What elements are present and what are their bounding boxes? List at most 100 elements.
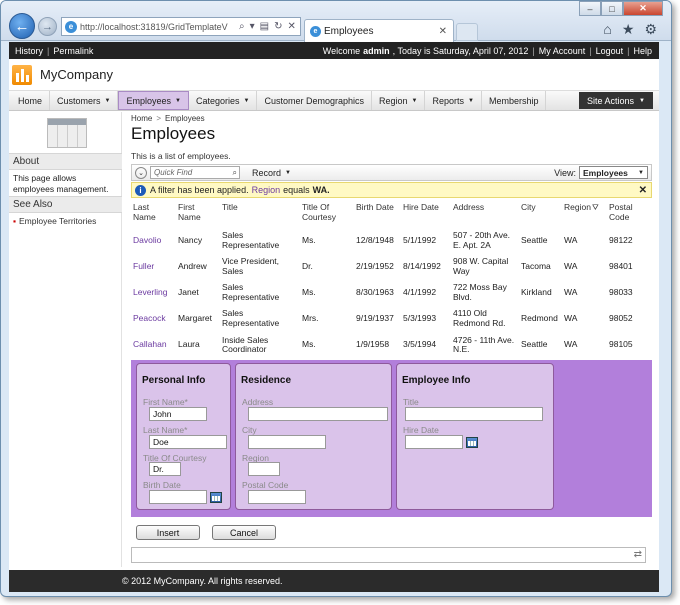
cancel-button[interactable]: Cancel xyxy=(212,525,276,540)
help-link[interactable]: Help xyxy=(633,46,652,56)
chevron-down-icon: ▼ xyxy=(243,97,250,104)
menu-categories[interactable]: Categories ▼ xyxy=(189,91,258,110)
cell-region: WA xyxy=(562,331,607,358)
header-title[interactable]: Title xyxy=(220,201,300,228)
menu-employees[interactable]: Employees ▼ xyxy=(118,91,189,110)
table-row[interactable]: Davolio Nancy Sales Representative Ms. 1… xyxy=(131,227,652,254)
view-select[interactable]: Employees ▼ xyxy=(579,166,648,179)
menu-customer-demographics[interactable]: Customer Demographics xyxy=(257,91,372,110)
gear-icon[interactable]: ⚙ xyxy=(644,21,657,38)
calendar-icon[interactable] xyxy=(466,437,478,448)
cell-last-name[interactable]: Davolio xyxy=(131,227,176,254)
header-title-of-courtesy[interactable]: Title Of Courtesy xyxy=(300,201,354,228)
birth-date-field[interactable] xyxy=(149,490,207,504)
cell-first-name: Andrew xyxy=(176,253,220,280)
cell-address: 4726 - 11th Ave. N.E. xyxy=(451,331,519,358)
employee-territories-link[interactable]: ▪ Employee Territories xyxy=(9,213,122,229)
maximize-button[interactable]: □ xyxy=(601,1,623,16)
breadcrumb-home[interactable]: Home xyxy=(131,114,152,123)
last-name-field[interactable]: Doe xyxy=(149,435,227,449)
header-birth-date[interactable]: Birth Date xyxy=(354,201,401,228)
logout-link[interactable]: Logout xyxy=(596,46,624,56)
menu-reports[interactable]: Reports ▼ xyxy=(425,91,482,110)
region-field[interactable] xyxy=(248,462,280,476)
cell-postal-code: 98052 xyxy=(607,305,652,332)
quick-find-input[interactable]: Quick Find ⌕ xyxy=(150,166,240,179)
dropdown-icon[interactable]: ▾ xyxy=(250,21,255,32)
menu-membership[interactable]: Membership xyxy=(482,91,547,110)
header-city[interactable]: City xyxy=(519,201,562,228)
table-row[interactable]: Callahan Laura Inside Sales Coordinator … xyxy=(131,331,652,358)
cell-last-name[interactable]: Leverling xyxy=(131,279,176,306)
site-actions-button[interactable]: Site Actions ▼ xyxy=(579,92,653,109)
filter-field-link[interactable]: Region xyxy=(252,185,281,195)
close-window-button[interactable]: ✕ xyxy=(623,1,663,16)
cell-hire-date: 5/3/1993 xyxy=(401,305,451,332)
refresh-icon[interactable]: ⇄ xyxy=(634,549,642,560)
permalink-link[interactable]: Permalink xyxy=(53,46,93,56)
cell-city: Seattle xyxy=(519,331,562,358)
my-account-link[interactable]: My Account xyxy=(539,46,586,56)
table-row[interactable]: Leverling Janet Sales Representative Ms.… xyxy=(131,279,652,306)
browser-window: – □ ✕ ← → e http://localhost:31819/GridT… xyxy=(0,0,672,597)
menu-home[interactable]: Home xyxy=(11,91,51,110)
header-last-name[interactable]: Last Name xyxy=(131,201,176,228)
new-tab-button[interactable] xyxy=(456,23,478,41)
cell-first-name: Nancy xyxy=(176,227,220,254)
header-hire-date[interactable]: Hire Date xyxy=(401,201,451,228)
employee-info-title: Employee Info xyxy=(402,375,471,386)
main-content: Home > Employees Employees This is a list … xyxy=(131,114,652,563)
address-bar[interactable]: e http://localhost:31819/GridTemplateV ⌕… xyxy=(61,17,301,36)
browser-tab[interactable]: e Employees ✕ xyxy=(304,19,454,42)
brand-bar: MyCompany xyxy=(9,59,659,91)
insert-button[interactable]: Insert xyxy=(136,525,200,540)
clear-filter-icon[interactable]: ✕ xyxy=(639,185,647,196)
cell-last-name[interactable]: Fuller xyxy=(131,253,176,280)
header-region[interactable]: Region⛛ xyxy=(562,201,607,228)
home-icon[interactable]: ⌂ xyxy=(603,21,611,38)
cell-city: Seattle xyxy=(519,227,562,254)
cell-last-name[interactable]: Callahan xyxy=(131,331,176,358)
cell-last-name[interactable]: Peacock xyxy=(131,305,176,332)
minimize-button[interactable]: – xyxy=(579,1,601,16)
close-tab-icon[interactable]: ✕ xyxy=(439,26,447,37)
search-icon[interactable]: ⌕ xyxy=(233,168,237,178)
table-row[interactable]: Fuller Andrew Vice President, Sales Dr. … xyxy=(131,253,652,280)
back-button[interactable]: ← xyxy=(9,13,35,39)
header-address[interactable]: Address xyxy=(451,201,519,228)
filter-value: WA. xyxy=(312,185,330,195)
first-name-field[interactable]: John xyxy=(149,407,207,421)
address-field[interactable] xyxy=(248,407,388,421)
postal-code-field[interactable] xyxy=(248,490,306,504)
cell-hire-date: 3/5/1994 xyxy=(401,331,451,358)
menu-customers[interactable]: Customers ▼ xyxy=(50,91,119,110)
calendar-icon[interactable] xyxy=(210,492,222,503)
stop-icon[interactable]: ✕ xyxy=(287,21,295,32)
breadcrumb: Home > Employees xyxy=(131,114,205,123)
city-field[interactable] xyxy=(248,435,326,449)
header-postal-code[interactable]: Postal Code xyxy=(607,201,652,228)
history-link[interactable]: History xyxy=(15,46,43,56)
cell-birth-date: 1/9/1958 xyxy=(354,331,401,358)
search-icon[interactable]: ⌕ xyxy=(239,21,245,32)
table-row[interactable]: Peacock Margaret Sales Representative Mr… xyxy=(131,305,652,332)
cell-birth-date: 2/19/1952 xyxy=(354,253,401,280)
courtesy-field[interactable]: Dr. xyxy=(149,462,181,476)
last-name-label: Last Name* xyxy=(143,425,188,435)
hire-date-field[interactable] xyxy=(405,435,463,449)
see-also-section: See Also ▪ Employee Territories xyxy=(9,196,122,229)
header-first-name[interactable]: First Name xyxy=(176,201,220,228)
cell-hire-date: 8/14/1992 xyxy=(401,253,451,280)
collapse-toggle-icon[interactable]: ⌄ xyxy=(135,166,147,179)
company-logo-icon xyxy=(12,64,32,85)
forward-button[interactable]: → xyxy=(38,17,57,36)
cell-courtesy: Ms. xyxy=(300,279,354,306)
menu-region[interactable]: Region ▼ xyxy=(372,91,426,110)
favorites-star-icon[interactable]: ★ xyxy=(622,21,635,38)
title-field[interactable] xyxy=(405,407,543,421)
refresh-icon[interactable]: ↻ xyxy=(274,21,282,32)
record-menu[interactable]: Record ▼ xyxy=(252,168,291,178)
compat-view-icon[interactable]: ▤ xyxy=(260,21,269,32)
residence-card: Residence Address City Region Postal Cod… xyxy=(235,363,392,510)
cell-first-name: Janet xyxy=(176,279,220,306)
